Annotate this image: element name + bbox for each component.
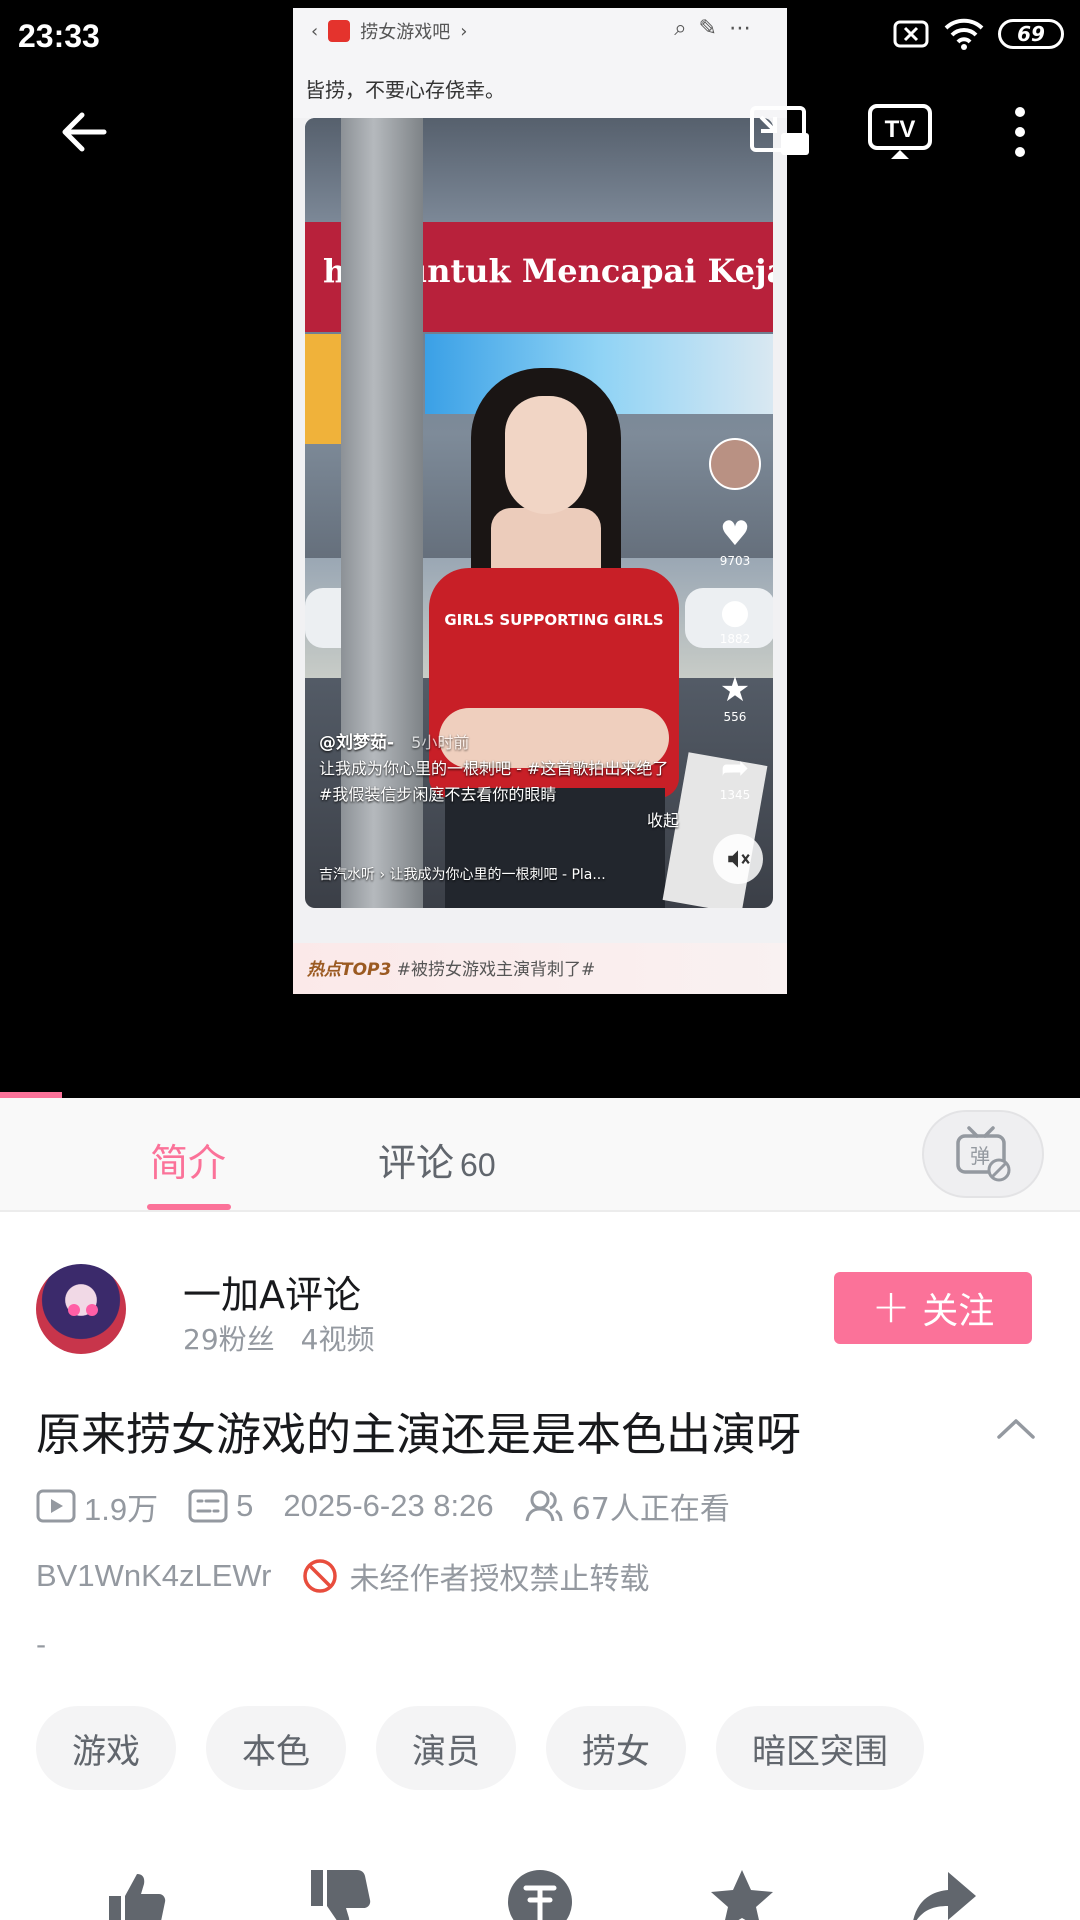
no-repost-icon [303,1559,338,1593]
wifi-icon [944,18,984,50]
recorded-side-actions: ♥ 9703 ● 1882 ★ 556 ➦ 1345 [705,438,765,802]
person-face [505,396,587,514]
more-vertical-icon [1015,107,1025,157]
heart-icon: ♥ [719,514,751,554]
plus-icon: + [871,1279,911,1333]
picture-in-picture-icon [750,106,809,155]
tab-comments-label: 评论 [378,1141,455,1185]
back-button[interactable] [42,90,126,174]
player-controls: TV [0,90,1080,174]
scene-sign [305,334,341,444]
comment-icon: ● [720,592,750,632]
people-icon [525,1490,563,1522]
tag-item[interactable]: 演员 [376,1706,516,1790]
tag-item[interactable]: 本色 [206,1706,346,1790]
share-button[interactable] [904,1868,984,1920]
tab-comments[interactable]: 评论 60 [378,1132,496,1187]
action-bar [0,1858,1080,1920]
recorded-share: ➦ 1345 [719,748,751,802]
view-count-value: 1.9万 [84,1491,159,1527]
sim-blocked-icon [893,20,929,48]
uploader-name[interactable]: 一加A评论 [183,1264,361,1319]
recorded-star: ★ 556 [719,670,751,724]
publish-date-value: 2025-6-23 8:26 [283,1488,494,1523]
watching-now: 67人正在看 [524,1484,730,1528]
follow-button[interactable]: + 关注 [834,1272,1032,1344]
recorded-caption: @刘梦茹- 5小时前 让我成为你心里的一根刺吧 - #这首歌拍出来绝了 #我假装… [319,730,679,834]
cast-button[interactable]: TV [858,90,942,174]
copyright-text: 未经作者授权禁止转载 [349,1562,650,1597]
svg-text:TV: TV [885,116,916,143]
chevron-up-icon [997,1419,1035,1439]
tv-cast-icon: TV [868,104,932,159]
tab-indicator [147,1204,231,1210]
dislike-icon [311,1870,371,1920]
video-title: 原来捞女游戏的主演还是是本色出演呀 [36,1408,802,1461]
danmaku-count-value: 5 [236,1488,254,1523]
tag-list: 游戏 本色 演员 捞女 暗区突围 [36,1706,924,1790]
tab-comments-count: 60 [460,1147,496,1183]
tag-item[interactable]: 暗区突围 [716,1706,924,1790]
publish-date: 2025-6-23 8:26 [283,1488,493,1524]
recorded-music: 吉汽水听 › 让我成为你心里的一根刺吧 - Pla... [319,867,606,883]
danmaku-toggle-button[interactable]: 弹 [922,1110,1044,1198]
back-arrow-icon [62,112,107,152]
recorded-avatar [709,438,761,490]
play-icon [36,1489,76,1523]
avatar-eye [86,1304,98,1316]
danmaku-list-icon [188,1489,228,1523]
video-meta-secondary: BV1WnK4zLEWr 未经作者授权禁止转载 [36,1554,649,1598]
recorded-like: ♥ 9703 [719,514,751,568]
favorite-button[interactable] [702,1868,782,1920]
view-count: 1.9万 [36,1484,158,1529]
status-time: 23:33 [18,18,100,54]
star-icon: ★ [719,670,751,710]
recorded-author: @刘梦茹- [319,733,395,753]
uploader-avatar[interactable] [36,1264,126,1354]
video-description: - [36,1628,47,1661]
tag-item[interactable]: 游戏 [36,1706,176,1790]
follow-label: 关注 [922,1291,995,1332]
danmaku-count: 5 [188,1488,253,1524]
recorded-fold: 收起 [646,811,679,830]
battery-icon: 69 [998,19,1064,49]
recorded-comment: ● 1882 [719,592,751,646]
watching-now-value: 67人正在看 [571,1492,730,1527]
uploader-videos: 4视频 [300,1323,375,1356]
hot-topic: #被捞女游戏主演背刺了# [396,960,596,980]
pip-button[interactable] [738,90,822,174]
recorded-hot-topic: 热点TOP3 #被捞女游戏主演背刺了# [293,943,787,994]
avatar-eye [68,1304,80,1316]
status-icons: 69 [892,18,1064,50]
recorded-time: 5小时前 [411,733,470,752]
like-icon [109,1874,166,1920]
like-button[interactable] [96,1868,176,1920]
video-player[interactable]: ‹ 捞女游戏吧 › ⌕✎⋯ 皆捞，不要心存侥幸。 h ni untuk Menc… [0,0,1080,1098]
share-icon: ➦ [720,748,750,788]
tag-item[interactable]: 捞女 [546,1706,686,1790]
coin-button[interactable] [500,1868,580,1920]
collapse-button[interactable] [994,1406,1038,1450]
tab-bar: 简介 评论 60 弹 [0,1098,1080,1212]
uploader-fans: 29粉丝 [183,1323,275,1356]
status-bar: 23:33 69 [0,0,1080,72]
tab-intro[interactable]: 简介 [150,1132,226,1187]
copyright-notice: 未经作者授权禁止转载 [301,1554,649,1598]
svg-text:弹: 弹 [970,1144,990,1168]
share-icon [913,1872,976,1920]
bvid[interactable]: BV1WnK4zLEWr [36,1558,271,1594]
uploader-stats: 29粉丝 4视频 [183,1318,374,1358]
more-button[interactable] [978,90,1062,174]
recorded-caption-text: 让我成为你心里的一根刺吧 - #这首歌拍出来绝了 #我假装信步闲庭不去看你的眼睛 [319,759,669,804]
danmaku-off-icon: 弹 [956,1126,1011,1182]
video-meta: 1.9万 5 2025-6-23 8:26 67人正在看 [36,1484,760,1528]
dislike-button[interactable] [298,1868,378,1920]
coin-icon [508,1870,572,1920]
mute-icon [713,834,763,884]
recorded-video: h ni untuk Mencapai Keja GIRLS SUPPORTIN… [305,118,773,908]
favorite-icon [711,1870,773,1920]
hot-label: 热点TOP3 [307,960,392,980]
